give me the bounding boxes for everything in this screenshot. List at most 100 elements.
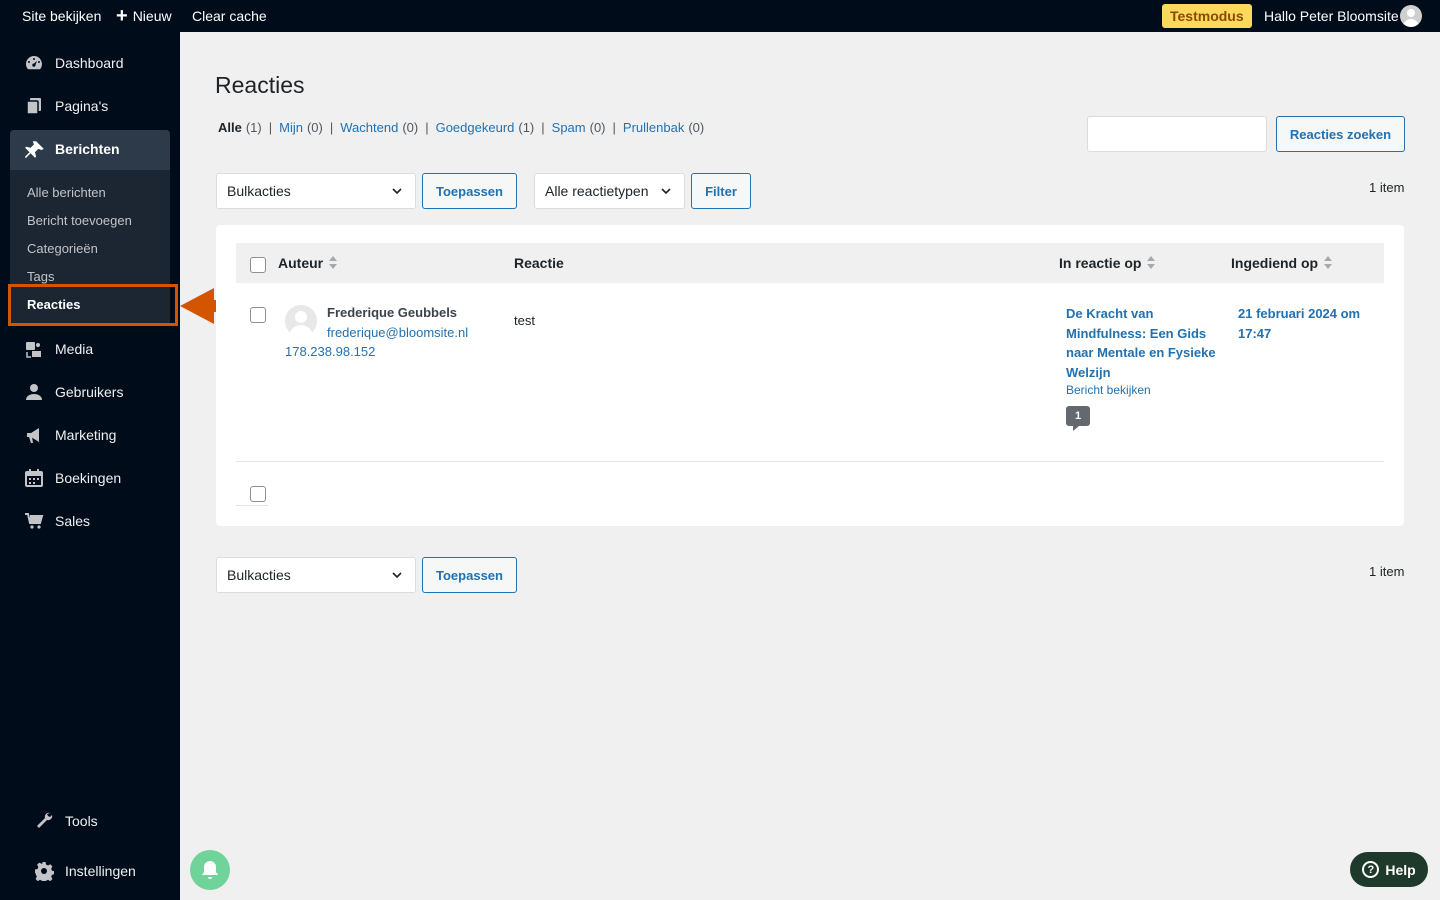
- megaphone-icon: [24, 425, 44, 445]
- column-author[interactable]: Auteur: [278, 255, 338, 271]
- filter-pending[interactable]: Wachtend: [340, 120, 398, 135]
- submenu-add-post[interactable]: Bericht toevoegen: [27, 213, 132, 228]
- submenu-all-posts[interactable]: Alle berichten: [27, 185, 106, 200]
- bulk-actions-value: Bulkacties: [227, 567, 291, 583]
- item-count: 1 item: [1369, 180, 1405, 195]
- bulk-actions-select[interactable]: Bulkacties: [216, 173, 416, 209]
- new-menu[interactable]: + Nieuw: [116, 0, 172, 32]
- view-post-link[interactable]: Bericht bekijken: [1066, 383, 1151, 397]
- footer-divider: [236, 505, 268, 506]
- filter-count: (0): [402, 120, 419, 135]
- separator: |: [541, 120, 545, 135]
- sidebar-item-label: Instellingen: [65, 863, 136, 879]
- media-icon: [24, 339, 44, 359]
- comment-type-select[interactable]: Alle reactietypen: [534, 173, 685, 209]
- sidebar-item-users[interactable]: Gebruikers: [0, 372, 180, 412]
- page-title: Reacties: [215, 72, 305, 98]
- chevron-down-icon: [392, 572, 402, 579]
- filter-spam[interactable]: Spam: [552, 120, 586, 135]
- post-title-link[interactable]: De Kracht van Mindfulness: Een Gids naar…: [1066, 304, 1216, 382]
- sidebar-item-marketing[interactable]: Marketing: [0, 415, 180, 455]
- row-checkbox[interactable]: [250, 307, 266, 323]
- bell-icon: [202, 861, 218, 879]
- user-avatar[interactable]: [1400, 5, 1422, 27]
- user-greeting[interactable]: Hallo Peter Bloomsite: [1264, 0, 1399, 32]
- filter-count: (1): [245, 120, 262, 135]
- avatar: [285, 305, 317, 337]
- row-divider: [236, 461, 1384, 462]
- sidebar-item-label: Pagina's: [55, 98, 109, 114]
- testmode-badge[interactable]: Testmodus: [1162, 4, 1252, 28]
- comment-count-bubble[interactable]: 1: [1066, 406, 1090, 431]
- column-submitted-on[interactable]: Ingediend op: [1231, 255, 1333, 271]
- site-view-link[interactable]: Site bekijken: [22, 0, 101, 32]
- sidebar-item-label: Berichten: [55, 141, 120, 157]
- question-icon: ?: [1362, 861, 1380, 878]
- column-label: Auteur: [278, 255, 324, 271]
- sidebar-item-label: Dashboard: [55, 55, 124, 71]
- filter-trash[interactable]: Prullenbak: [623, 120, 684, 135]
- filter-count: (0): [589, 120, 606, 135]
- submenu-tags[interactable]: Tags: [27, 269, 54, 284]
- sort-icon: [1146, 255, 1156, 271]
- pages-icon: [24, 96, 44, 116]
- clear-cache-link[interactable]: Clear cache: [192, 0, 267, 32]
- filter-all[interactable]: Alle: [218, 120, 242, 135]
- filter-mine[interactable]: Mijn: [279, 120, 303, 135]
- select-all-checkbox-footer[interactable]: [250, 486, 266, 502]
- sidebar-item-dashboard[interactable]: Dashboard: [0, 43, 180, 83]
- sort-icon: [1323, 255, 1333, 271]
- apply-button-bottom[interactable]: Toepassen: [422, 557, 517, 593]
- column-label: In reactie op: [1059, 255, 1142, 271]
- calendar-icon: [24, 468, 44, 488]
- sidebar-item-label: Boekingen: [55, 470, 122, 486]
- column-label: Ingediend op: [1231, 255, 1319, 271]
- search-input[interactable]: [1087, 116, 1267, 152]
- author-ip-link[interactable]: 178.238.98.152: [285, 344, 375, 359]
- help-label: Help: [1385, 861, 1416, 878]
- gear-icon: [34, 861, 55, 884]
- filter-approved[interactable]: Goedgekeurd: [436, 120, 515, 135]
- search-comments-button[interactable]: Reacties zoeken: [1276, 116, 1405, 152]
- sidebar-item-media[interactable]: Media: [0, 329, 180, 369]
- users-icon: [24, 382, 44, 402]
- separator: |: [329, 120, 334, 135]
- plus-icon: +: [116, 5, 128, 27]
- pin-icon: [24, 139, 46, 161]
- bulk-actions-value: Bulkacties: [227, 183, 291, 199]
- submitted-date-link[interactable]: 21 februari 2024 om 17:47: [1238, 304, 1378, 343]
- sidebar-item-label: Media: [55, 341, 94, 357]
- sidebar-item-posts[interactable]: Berichten: [10, 130, 170, 170]
- sidebar-item-tools[interactable]: Tools: [0, 801, 180, 841]
- help-button[interactable]: ? Help: [1350, 852, 1428, 887]
- admin-bar: Site bekijken + Nieuw Clear cache Testmo…: [0, 0, 1440, 32]
- filter-count: (0): [688, 120, 705, 135]
- cart-icon: [24, 511, 44, 531]
- wrench-icon: [34, 811, 54, 831]
- new-label: Nieuw: [132, 8, 172, 24]
- author-email-link[interactable]: frederique@bloomsite.nl: [327, 325, 468, 340]
- comment-text: test: [514, 313, 535, 328]
- column-in-response-to[interactable]: In reactie op: [1059, 255, 1156, 271]
- chevron-down-icon: [392, 188, 402, 195]
- column-comment: Reactie: [514, 255, 564, 271]
- notification-bell-button[interactable]: [190, 850, 230, 890]
- sidebar-item-sales[interactable]: Sales: [0, 501, 180, 541]
- item-count-bottom: 1 item: [1369, 564, 1405, 579]
- table-header: Auteur Reactie In reactie op Ingediend o…: [236, 243, 1384, 283]
- comment-status-filters: Alle (1) | Mijn (0) | Wachtend (0) | Goe…: [218, 120, 704, 135]
- comment-type-value: Alle reactietypen: [545, 183, 649, 199]
- select-all-checkbox[interactable]: [250, 257, 266, 273]
- filter-button[interactable]: Filter: [691, 173, 751, 209]
- filter-count: (0): [306, 120, 323, 135]
- apply-button[interactable]: Toepassen: [422, 173, 517, 209]
- bulk-actions-select-bottom[interactable]: Bulkacties: [216, 557, 416, 593]
- sidebar-item-pages[interactable]: Pagina's: [0, 86, 180, 126]
- sidebar-item-settings[interactable]: Instellingen: [0, 851, 180, 891]
- filter-count: (1): [518, 120, 535, 135]
- separator: |: [612, 120, 616, 135]
- sort-icon: [328, 255, 338, 271]
- separator: |: [268, 120, 273, 135]
- submenu-categories[interactable]: Categorieën: [27, 241, 98, 256]
- sidebar-item-bookings[interactable]: Boekingen: [0, 458, 180, 498]
